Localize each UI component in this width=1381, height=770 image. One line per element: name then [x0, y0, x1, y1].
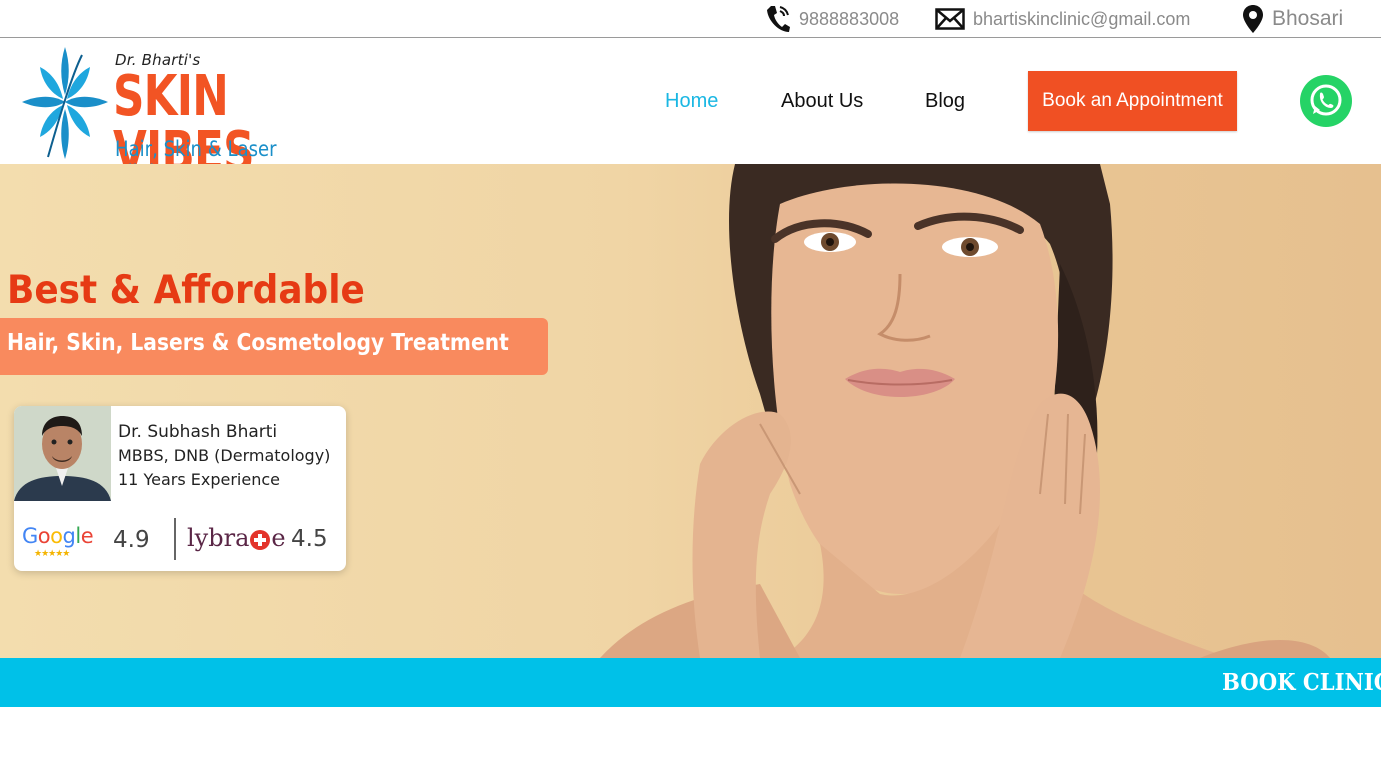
- lybrate-plus-icon: [250, 530, 271, 550]
- contact-bar: 9888883008 bhartiskinclinic@gmail.com Bh…: [0, 0, 1381, 38]
- book-appointment-button[interactable]: Book an Appointment: [1028, 71, 1237, 131]
- whatsapp-icon: [1300, 75, 1352, 127]
- doctor-photo: [14, 406, 111, 501]
- email-link[interactable]: bhartiskinclinic@gmail.com: [935, 0, 1190, 38]
- announcement-ticker: BOOK CLINIC: [0, 658, 1381, 707]
- lybrate-logo: lybra e: [187, 524, 286, 552]
- mail-icon: [935, 8, 973, 30]
- hero-title: Best & Affordable: [7, 268, 365, 313]
- location-link[interactable]: Bhosari: [1242, 0, 1343, 38]
- hero-subtitle: Hair, Skin, Lasers & Cosmetology Treatme…: [7, 330, 509, 356]
- whatsapp-button[interactable]: [1300, 73, 1352, 129]
- location-pin-icon: [1242, 4, 1272, 34]
- phone-link[interactable]: 9888883008: [765, 0, 899, 38]
- nav-about-us[interactable]: About Us: [781, 39, 863, 164]
- doctor-card: Dr. Subhash Bharti MBBS, DNB (Dermatolog…: [14, 406, 346, 571]
- phone-icon: [765, 4, 799, 34]
- site-header: Dr. Bharti's SKIN VIBES Hair, Skin & Las…: [0, 39, 1381, 185]
- logo[interactable]: Dr. Bharti's SKIN VIBES Hair, Skin & Las…: [20, 43, 350, 185]
- nav-blog[interactable]: Blog: [925, 39, 965, 164]
- phone-number: 9888883008: [799, 8, 900, 29]
- location-text: Bhosari: [1272, 7, 1344, 30]
- google-logo: Google: [22, 524, 94, 548]
- google-stars: ★★★★★: [34, 548, 70, 558]
- doctor-name: Dr. Subhash Bharti: [118, 422, 278, 442]
- leaf-logo-icon: [22, 47, 108, 159]
- doctor-qualification: MBBS, DNB (Dermatology): [118, 446, 331, 465]
- email-address: bhartiskinclinic@gmail.com: [973, 8, 1191, 29]
- nav-home[interactable]: Home: [665, 39, 718, 164]
- lybrate-rating: 4.5: [291, 526, 328, 552]
- doctor-experience: 11 Years Experience: [118, 470, 280, 489]
- rating-divider: [174, 518, 176, 560]
- google-rating: 4.9: [113, 527, 150, 553]
- hero-banner: Best & Affordable Hair, Skin, Lasers & C…: [0, 164, 1381, 658]
- ticker-text[interactable]: BOOK CLINIC: [1222, 669, 1381, 696]
